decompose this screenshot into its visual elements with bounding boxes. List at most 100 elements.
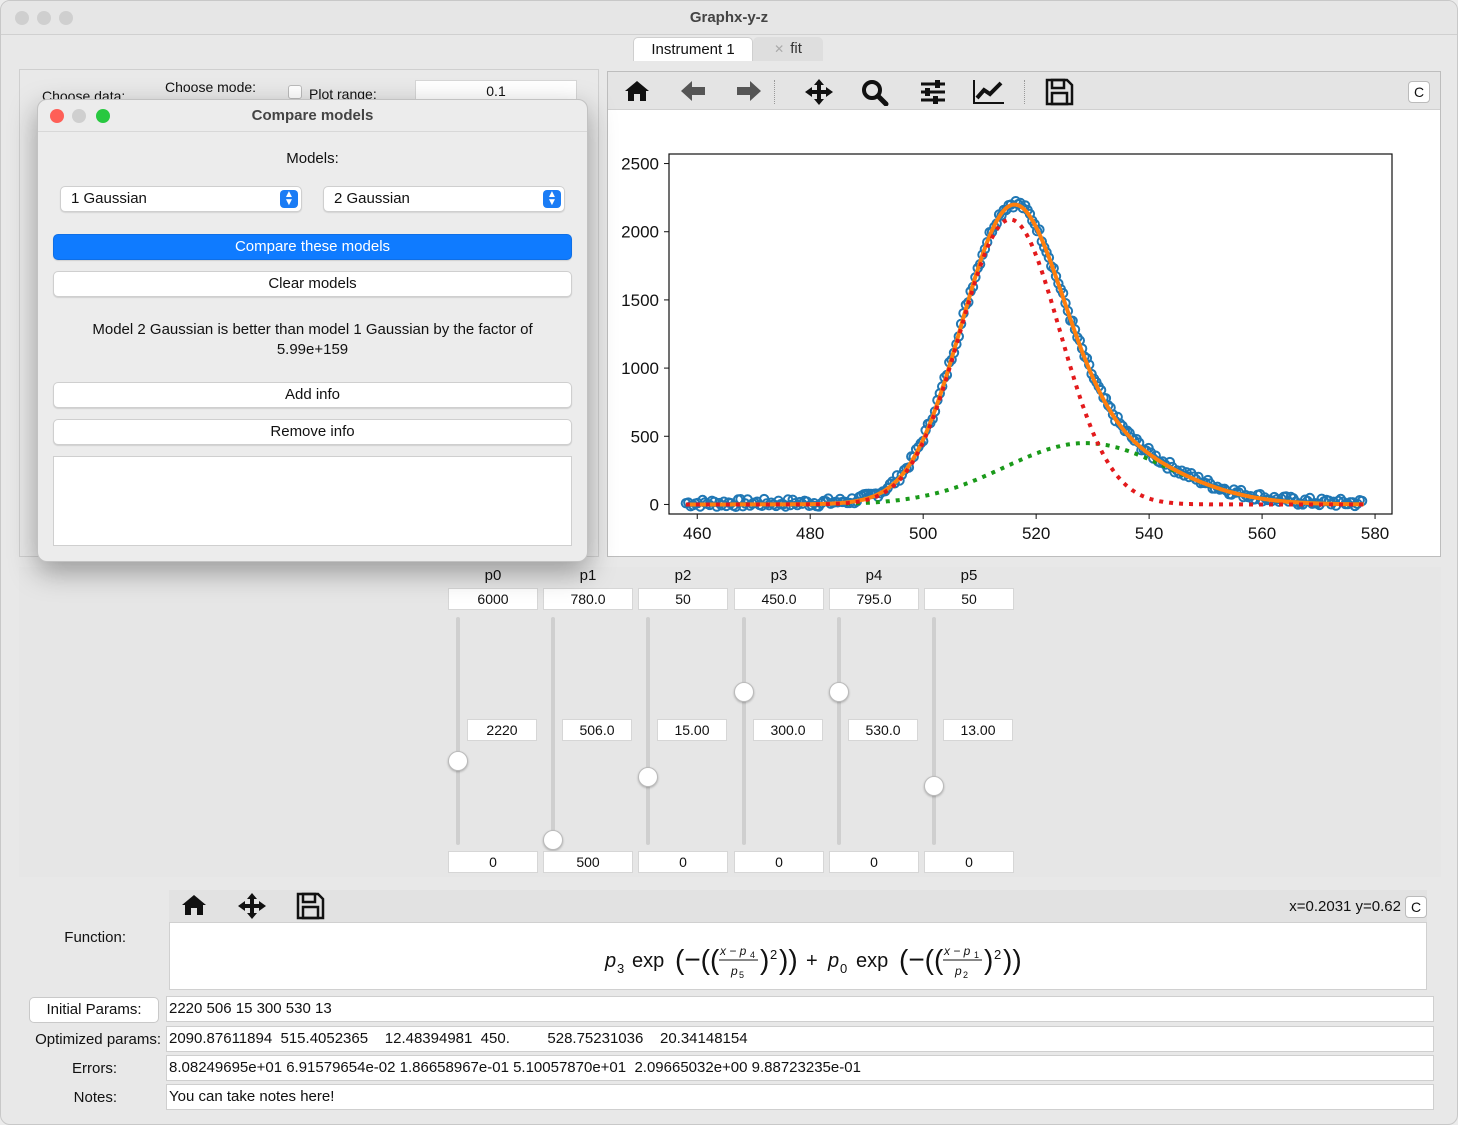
- pan-icon[interactable]: [235, 892, 269, 920]
- x-tick-label: 500: [909, 524, 937, 543]
- param-slider-thumb-p0[interactable]: [448, 750, 468, 771]
- param-slider-thumb-p2[interactable]: [638, 766, 658, 787]
- svg-text:p: p: [827, 950, 839, 972]
- minimize-window-button[interactable]: [37, 11, 51, 25]
- edit-axis-icon[interactable]: [972, 78, 1006, 106]
- param-max-input-p2[interactable]: 50: [638, 588, 728, 610]
- param-min-input-p3[interactable]: 0: [734, 851, 824, 873]
- svg-text:p: p: [954, 964, 962, 978]
- param-min-input-p0[interactable]: 0: [448, 851, 538, 873]
- svg-text:(−((: (−((: [899, 944, 944, 975]
- y-tick-label: 1000: [621, 359, 659, 378]
- param-current-input-p5[interactable]: 13.00: [943, 719, 1013, 741]
- zoom-window-button[interactable]: [59, 11, 73, 25]
- errors-field[interactable]: 8.08249695e+01 6.91579654e-02 1.86658967…: [166, 1055, 1434, 1081]
- param-max-input-p3[interactable]: 450.0: [734, 588, 824, 610]
- save-icon[interactable]: [1042, 78, 1076, 106]
- initial-params-input[interactable]: 2220 506 15 300 530 13: [166, 996, 1434, 1022]
- add-info-button[interactable]: Add info: [53, 382, 572, 408]
- remove-info-button[interactable]: Remove info: [53, 419, 572, 445]
- y-tick-label: 2500: [621, 155, 659, 174]
- dialog-titlebar: Compare models: [38, 100, 587, 132]
- models-label: Models:: [286, 150, 339, 167]
- param-max-input-p5[interactable]: 50: [924, 588, 1014, 610]
- home-icon[interactable]: [177, 892, 211, 920]
- tab-instrument-1[interactable]: Instrument 1: [633, 37, 753, 61]
- param-slider-track-p4[interactable]: [837, 617, 841, 845]
- svg-text:1: 1: [974, 950, 979, 960]
- param-slider-track-p2[interactable]: [646, 617, 650, 845]
- x-tick-label: 580: [1361, 524, 1389, 543]
- svg-text:0: 0: [840, 961, 847, 976]
- svg-text:x − p: x − p: [719, 944, 747, 958]
- param-slider-thumb-p5[interactable]: [924, 775, 944, 796]
- total-fit-line: [685, 202, 1364, 507]
- x-tick-label: 480: [796, 524, 824, 543]
- param-min-input-p5[interactable]: 0: [924, 851, 1014, 873]
- model2-select[interactable]: 2 Gaussian ▲ ▼: [323, 186, 565, 212]
- forward-arrow-icon[interactable]: [732, 78, 766, 106]
- save-icon[interactable]: [293, 892, 327, 920]
- toolbar-separator: [774, 80, 775, 104]
- param-slider-track-p3[interactable]: [742, 617, 746, 845]
- notes-input[interactable]: You can take notes here!: [166, 1084, 1434, 1110]
- svg-text:)): )): [779, 944, 798, 975]
- param-max-input-p1[interactable]: 780.0: [543, 588, 633, 610]
- close-tab-icon[interactable]: ✕: [774, 42, 784, 56]
- comparison-result-line2: 5.99e+159: [276, 341, 349, 358]
- param-current-input-p1[interactable]: 506.0: [562, 719, 632, 741]
- toolbar-separator: [1024, 80, 1025, 104]
- comparison-result-line1: Model 2 Gaussian is better than model 1 …: [92, 321, 533, 338]
- configure-subplots-icon[interactable]: [916, 78, 950, 106]
- plot-c-button[interactable]: C: [1408, 81, 1430, 103]
- chevron-updown-icon: ▲ ▼: [280, 190, 298, 208]
- optimized-params-field[interactable]: 2090.87611894 515.4052365 12.48394981 45…: [166, 1026, 1434, 1052]
- home-icon[interactable]: [620, 78, 654, 106]
- errors-label: Errors:: [72, 1060, 117, 1077]
- function-formula-display: p 3 exp (−(( x − p 4 p 5 ) 2 )) + p 0 ex…: [169, 922, 1427, 990]
- svg-text:3: 3: [617, 961, 624, 976]
- param-min-input-p1[interactable]: 500: [543, 851, 633, 873]
- pan-icon[interactable]: [802, 78, 836, 106]
- param-current-input-p3[interactable]: 300.0: [753, 719, 823, 741]
- function-c-button[interactable]: C: [1405, 896, 1427, 918]
- param-current-input-p2[interactable]: 15.00: [657, 719, 727, 741]
- param-slider-track-p0[interactable]: [456, 617, 460, 845]
- clear-models-button[interactable]: Clear models: [53, 271, 572, 297]
- function-toolbar: x=0.2031 y=0.62: [169, 890, 1427, 922]
- x-tick-label: 460: [683, 524, 711, 543]
- param-max-input-p0[interactable]: 6000: [448, 588, 538, 610]
- param-slider-track-p5[interactable]: [932, 617, 936, 845]
- coords-readout: x=0.2031 y=0.62: [1289, 898, 1401, 915]
- model1-select[interactable]: 1 Gaussian ▲ ▼: [60, 186, 302, 212]
- compare-models-button[interactable]: Compare these models: [53, 234, 572, 260]
- dialog-zoom-button[interactable]: [96, 109, 110, 123]
- param-label-p3: p3: [770, 567, 788, 584]
- fit-chart[interactable]: 460 480 500 520 540 560 580 0 500 1000 1500 2000 250…: [608, 110, 1438, 555]
- param-min-input-p4[interactable]: 0: [829, 851, 919, 873]
- param-current-input-p0[interactable]: 2220: [467, 719, 537, 741]
- zoom-icon[interactable]: [858, 78, 892, 107]
- dialog-close-button[interactable]: [50, 109, 64, 123]
- plot-range-checkbox[interactable]: [288, 85, 302, 99]
- tab-fit[interactable]: ✕ fit: [753, 37, 823, 61]
- y-tick-label: 1500: [621, 291, 659, 310]
- initial-params-button[interactable]: Initial Params:: [29, 997, 159, 1023]
- param-max-input-p4[interactable]: 795.0: [829, 588, 919, 610]
- svg-text:5: 5: [739, 970, 744, 980]
- svg-text:p: p: [730, 964, 738, 978]
- svg-text:)): )): [1003, 944, 1022, 975]
- close-window-button[interactable]: [15, 11, 29, 25]
- param-label-p4: p4: [865, 567, 883, 584]
- dialog-minimize-button[interactable]: [72, 109, 86, 123]
- info-textarea[interactable]: [53, 456, 572, 546]
- y-tick-label: 500: [631, 427, 659, 446]
- param-slider-track-p1[interactable]: [551, 617, 555, 845]
- param-min-input-p2[interactable]: 0: [638, 851, 728, 873]
- param-current-input-p4[interactable]: 530.0: [848, 719, 918, 741]
- svg-text:p: p: [604, 950, 616, 972]
- model2-select-value: 2 Gaussian: [334, 190, 410, 207]
- back-arrow-icon[interactable]: [676, 78, 710, 106]
- svg-text:2: 2: [994, 947, 1001, 962]
- svg-text:): ): [760, 944, 769, 975]
